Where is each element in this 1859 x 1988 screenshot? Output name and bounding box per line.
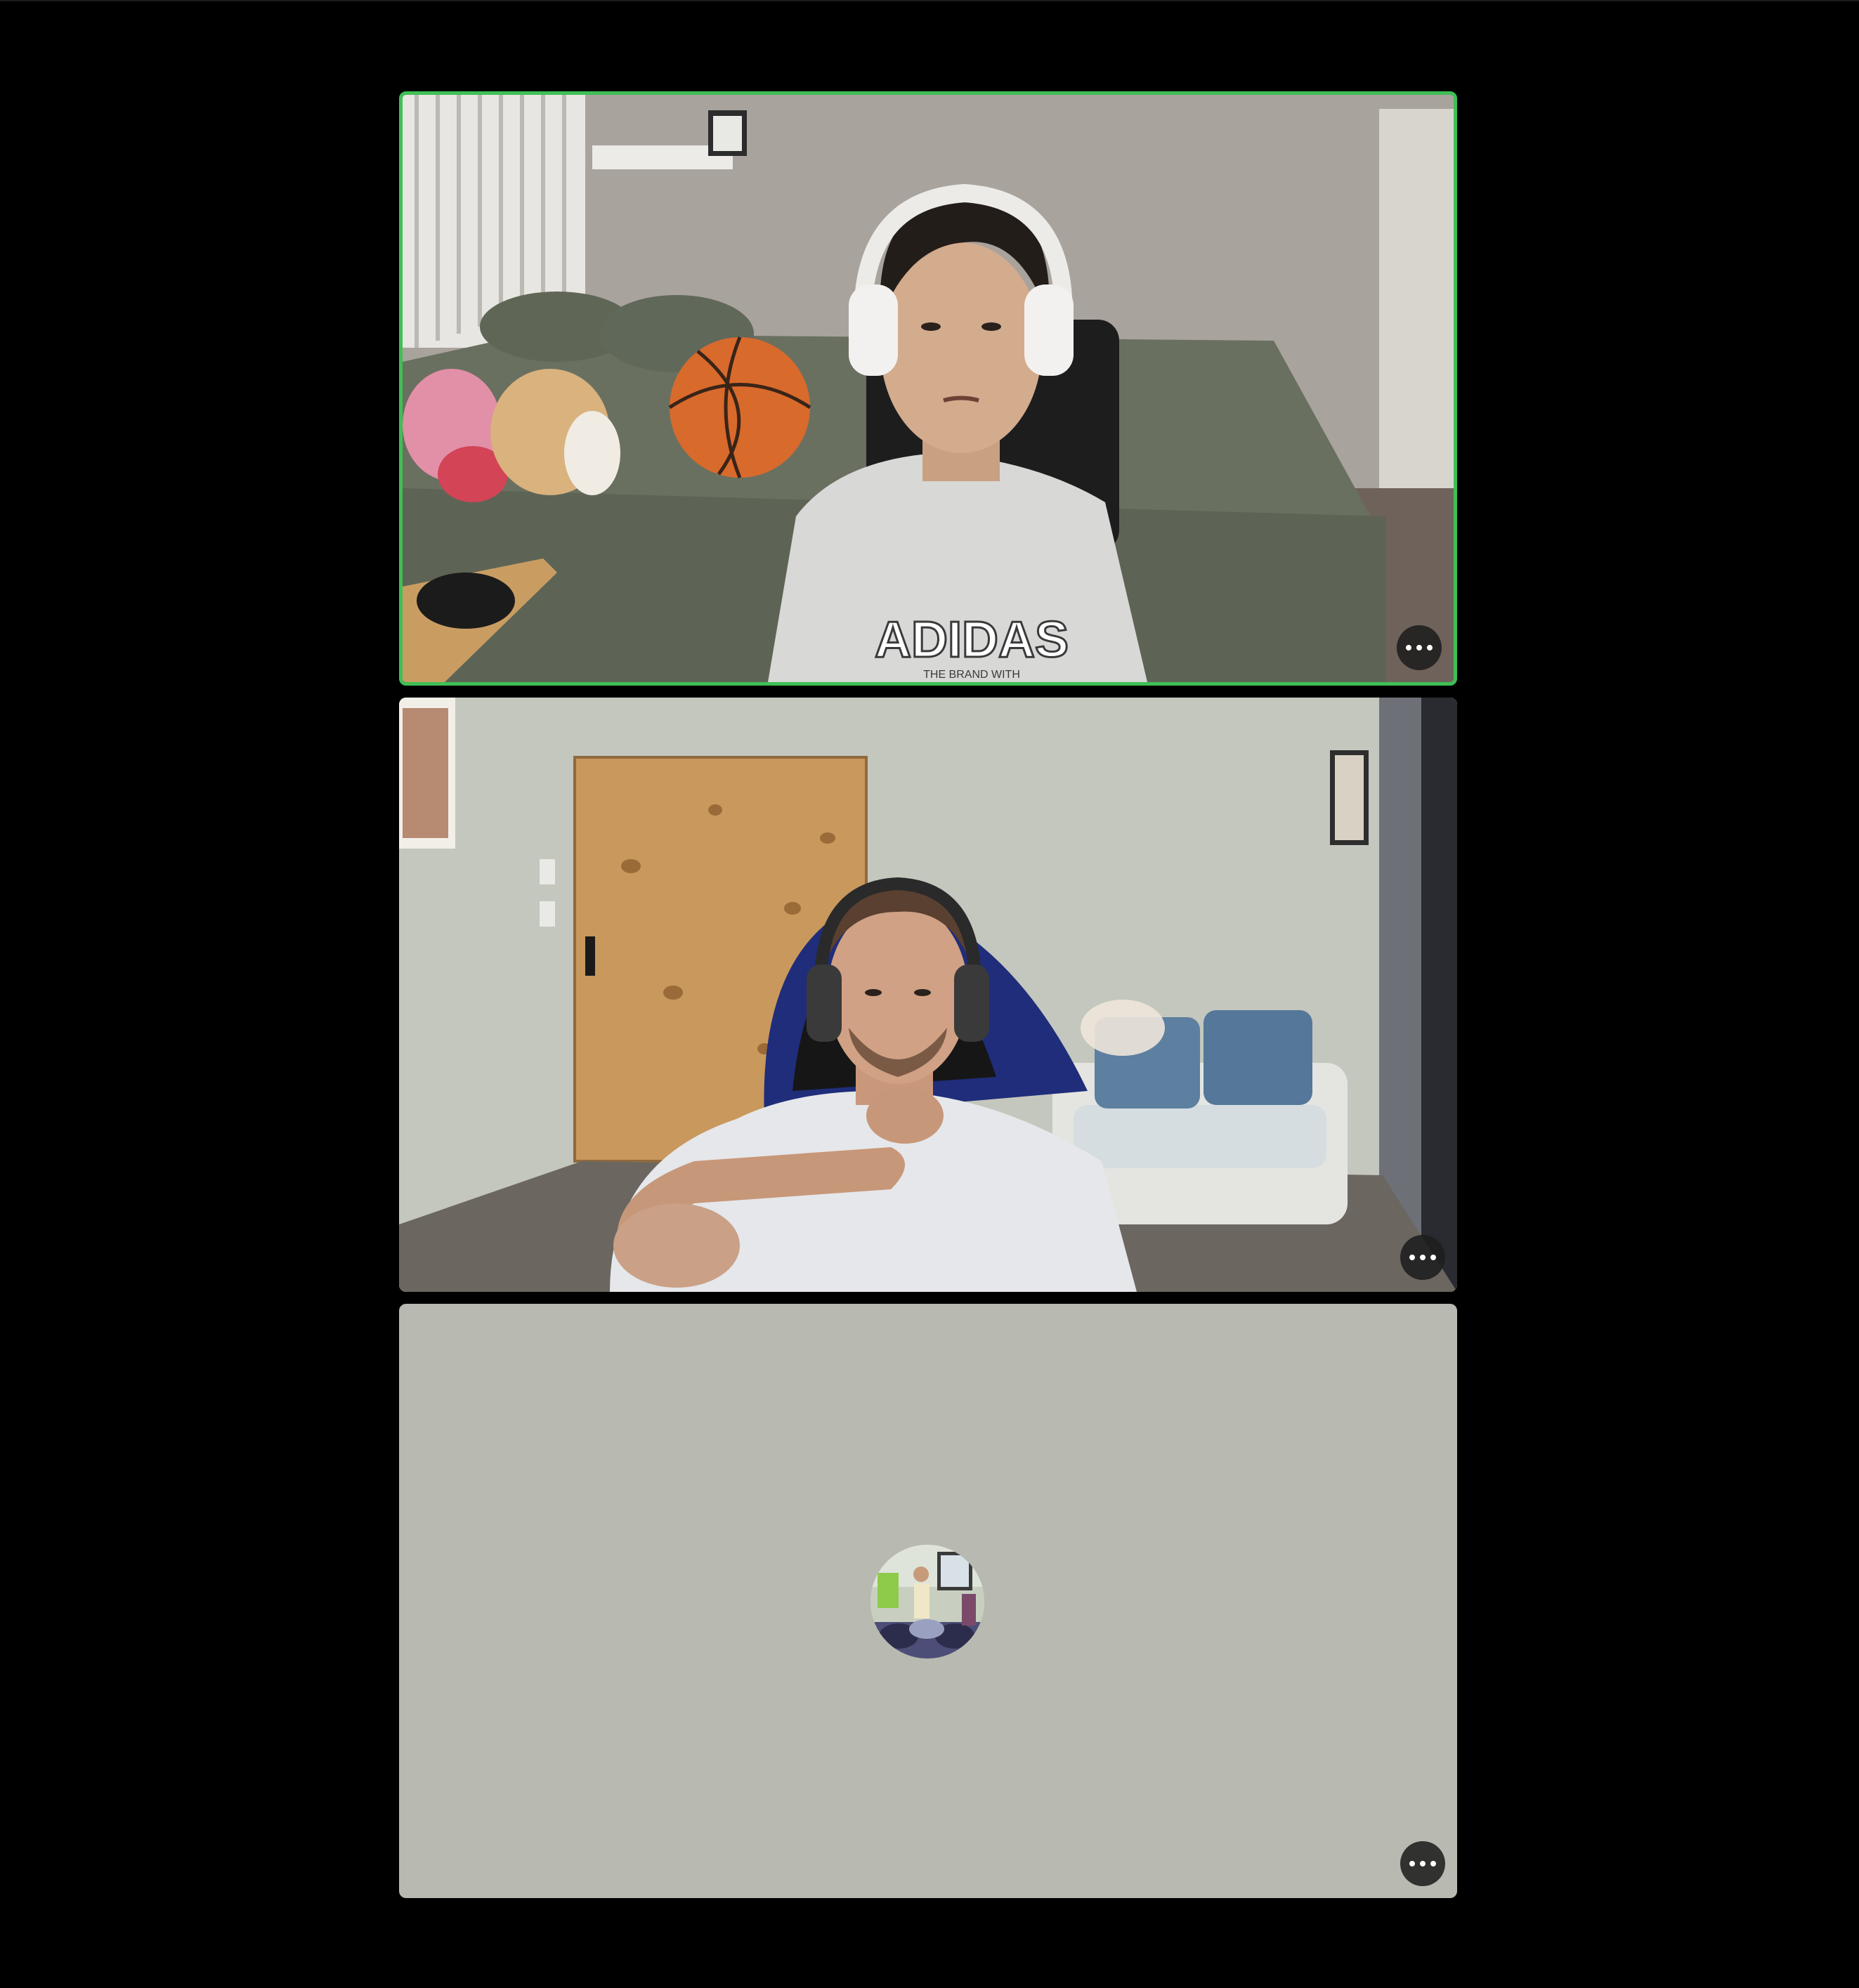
participant-video-2	[399, 698, 1457, 1292]
participant-tile-3[interactable]	[399, 1304, 1457, 1898]
participant-tile-2[interactable]	[399, 698, 1457, 1292]
shirt-logo-text: ADIDAS	[875, 612, 1069, 668]
video-call-window: ADIDAS THE BRAND WITH	[0, 0, 1859, 1988]
participant-3-more-options-button[interactable]	[1400, 1841, 1445, 1886]
more-horizontal-icon	[1409, 1255, 1436, 1260]
more-horizontal-icon	[1409, 1861, 1436, 1866]
participant-3-avatar	[870, 1545, 984, 1659]
shirt-subtext: THE BRAND WITH	[923, 669, 1020, 681]
participant-1-more-options-button[interactable]	[1397, 625, 1442, 670]
participant-2-more-options-button[interactable]	[1400, 1235, 1445, 1280]
participant-video-1: ADIDAS THE BRAND WITH	[403, 95, 1454, 682]
participant-tile-1[interactable]: ADIDAS THE BRAND WITH	[399, 91, 1457, 686]
more-horizontal-icon	[1406, 645, 1433, 650]
